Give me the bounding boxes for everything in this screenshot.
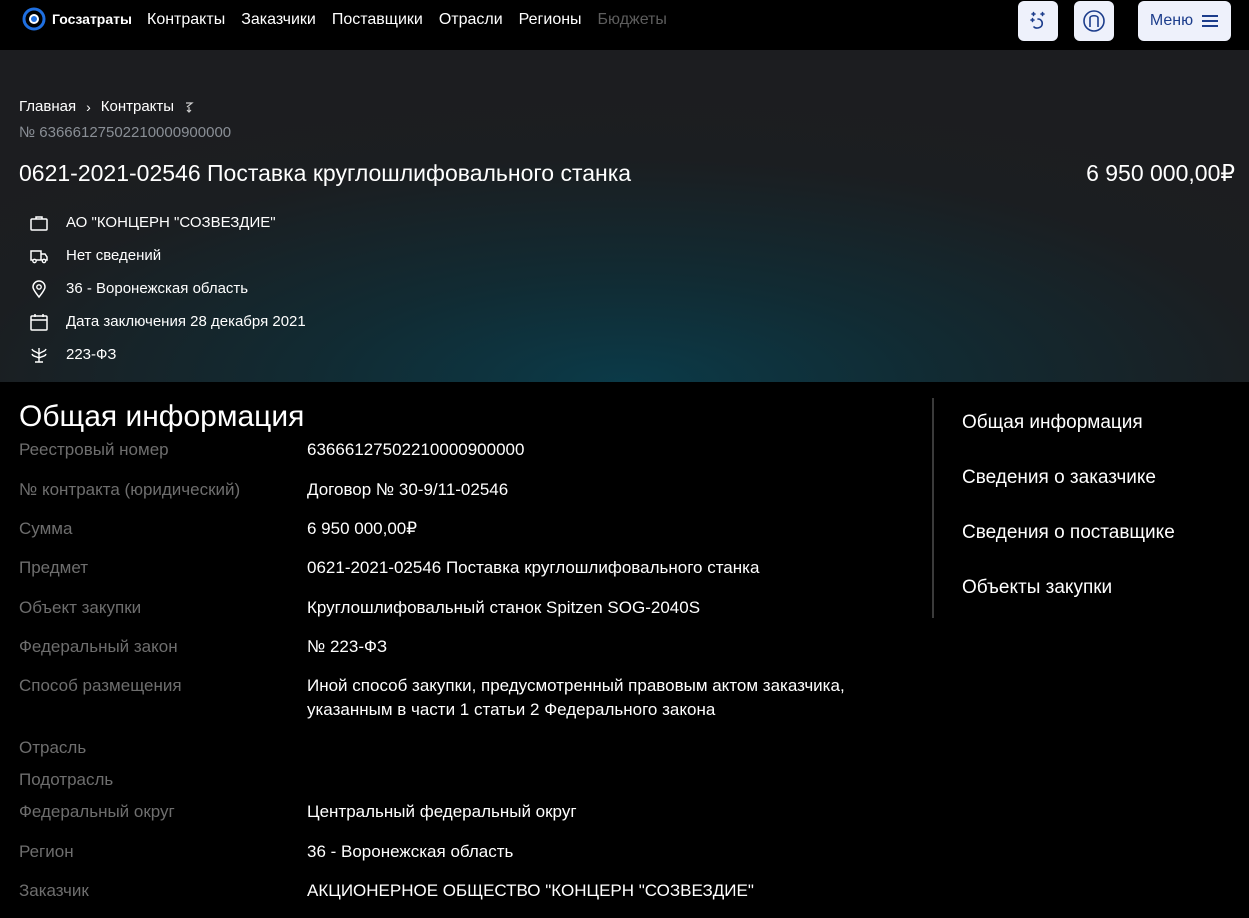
- logo-text: Госзатраты: [52, 11, 132, 27]
- nav-regions[interactable]: Регионы: [519, 11, 582, 29]
- info-value: 63666127502210000900000: [307, 440, 525, 459]
- fact-supplier: Нет сведений: [28, 239, 306, 272]
- location-pin-icon: [28, 278, 50, 300]
- nav-suppliers[interactable]: Поставщики: [332, 11, 423, 29]
- fact-region-text: 36 - Воронежская область: [66, 280, 249, 297]
- briefcase-icon: [28, 212, 50, 234]
- chevron-right-icon: ›: [86, 98, 91, 115]
- info-value: 0621-2021-02546 Поставка круглошлифоваль…: [307, 558, 760, 577]
- info-value: 36 - Воронежская область: [307, 842, 514, 861]
- logo[interactable]: Госзатраты: [22, 7, 132, 31]
- info-key: Предмет: [19, 558, 89, 577]
- nav-contracts[interactable]: Контракты: [147, 11, 225, 29]
- info-key: Сумма: [19, 519, 73, 538]
- info-row: Подотрасль: [19, 768, 899, 800]
- info-row: Заказчик АКЦИОНЕРНОЕ ОБЩЕСТВО "КОНЦЕРН "…: [19, 879, 899, 918]
- toc-supplier-info[interactable]: Сведения о поставщике: [962, 522, 1175, 577]
- toc-divider: [932, 398, 934, 618]
- info-row: Реестровый номер 63666127502210000900000: [19, 438, 899, 478]
- main-content: Общая информация Реестровый номер 636661…: [0, 382, 1249, 914]
- logo-icon: [22, 7, 46, 31]
- info-table: Реестровый номер 63666127502210000900000…: [19, 438, 899, 918]
- sort-arrow-icon: [186, 101, 194, 113]
- fact-region: 36 - Воронежская область: [28, 272, 306, 305]
- calendar-icon: [28, 311, 50, 333]
- info-row: Сумма 6 950 000,00₽: [19, 517, 899, 556]
- fact-customer: АО "КОНЦЕРН "СОЗВЕЗДИЕ": [28, 206, 306, 239]
- nav-budgets[interactable]: Бюджеты: [598, 11, 667, 29]
- contract-title: 0621-2021-02546 Поставка круглошлифоваль…: [19, 160, 632, 186]
- breadcrumb-home[interactable]: Главная: [19, 98, 76, 115]
- info-row: Способ размещения Иной способ закупки, п…: [19, 674, 899, 736]
- nav-customers[interactable]: Заказчики: [241, 11, 316, 29]
- accessibility-icon: [1030, 11, 1045, 29]
- info-row: Регион 36 - Воронежская область: [19, 840, 899, 879]
- hamburger-icon: [1202, 15, 1219, 27]
- menu-label: Меню: [1149, 12, 1194, 29]
- info-value: [307, 736, 867, 768]
- fact-date-text: Дата заключения 28 декабря 2021: [66, 313, 306, 330]
- info-key: Объект закупки: [19, 598, 142, 617]
- fact-supplier-text: Нет сведений: [66, 247, 162, 264]
- truck-icon: [28, 245, 50, 267]
- contract-facts: АО "КОНЦЕРН "СОЗВЕЗДИЕ" Нет сведений 36 …: [28, 206, 306, 371]
- user-icon: [1083, 10, 1105, 32]
- info-value: Иной способ закупки, предусмотренный пра…: [307, 676, 845, 719]
- toc-customer-info[interactable]: Сведения о заказчике: [962, 467, 1175, 522]
- fact-law-text: 223-ФЗ: [66, 346, 117, 363]
- law-emblem-icon: [28, 344, 50, 366]
- info-value: 6 950 000,00₽: [307, 519, 418, 538]
- info-key: Отрасль: [19, 738, 87, 757]
- info-value: Договор № 30-9/11-02546: [307, 480, 509, 499]
- info-key: Федеральный закон: [19, 637, 178, 656]
- info-value: Круглошлифовальный станок Spitzen SOG-20…: [307, 598, 701, 617]
- info-row: № контракта (юридический) Договор № 30-9…: [19, 478, 899, 517]
- info-row: Федеральный округ Центральный федеральны…: [19, 800, 899, 840]
- registry-number: № 63666127502210000900000: [19, 124, 232, 141]
- info-value: [307, 768, 867, 800]
- info-value[interactable]: АКЦИОНЕРНОЕ ОБЩЕСТВО "КОНЦЕРН "СОЗВЕЗДИЕ…: [307, 879, 867, 918]
- info-key: Федеральный округ: [19, 802, 175, 821]
- info-row: Отрасль: [19, 736, 899, 768]
- info-row: Объект закупки Круглошлифовальный станок…: [19, 596, 899, 635]
- info-key: Заказчик: [19, 881, 89, 900]
- toc-purchase-objects[interactable]: Объекты закупки: [962, 577, 1175, 632]
- top-navbar: Госзатраты Контракты Заказчики Поставщик…: [0, 0, 1249, 50]
- menu-button[interactable]: Меню: [1138, 1, 1231, 41]
- info-value: Центральный федеральный округ: [307, 802, 577, 821]
- contract-header: Главная › Контракты № 636661275022100009…: [0, 50, 1249, 382]
- section-heading: Общая информация: [19, 400, 305, 433]
- profile-button[interactable]: [1074, 1, 1114, 41]
- accessibility-button[interactable]: [1018, 1, 1058, 41]
- nav-industries[interactable]: Отрасли: [439, 11, 503, 29]
- info-value: № 223-ФЗ: [307, 637, 388, 656]
- toc-general-info[interactable]: Общая информация: [962, 412, 1175, 467]
- fact-customer-text[interactable]: АО "КОНЦЕРН "СОЗВЕЗДИЕ": [66, 214, 276, 231]
- info-key: Подотрасль: [19, 770, 114, 789]
- main-nav: Контракты Заказчики Поставщики Отрасли Р…: [147, 11, 667, 29]
- fact-date: Дата заключения 28 декабря 2021: [28, 305, 306, 338]
- info-row: Предмет 0621-2021-02546 Поставка круглош…: [19, 556, 899, 596]
- breadcrumb: Главная › Контракты: [19, 98, 194, 115]
- info-key: Способ размещения: [19, 676, 182, 695]
- fact-law: 223-ФЗ: [28, 338, 306, 371]
- breadcrumb-contracts[interactable]: Контракты: [101, 98, 174, 115]
- info-key: Регион: [19, 842, 74, 861]
- table-of-contents: Общая информация Сведения о заказчике Св…: [962, 412, 1175, 632]
- contract-price: 6 950 000,00₽: [1086, 160, 1235, 186]
- info-key: Реестровый номер: [19, 440, 169, 459]
- info-row: Федеральный закон № 223-ФЗ: [19, 635, 899, 674]
- info-key: № контракта (юридический): [19, 480, 241, 499]
